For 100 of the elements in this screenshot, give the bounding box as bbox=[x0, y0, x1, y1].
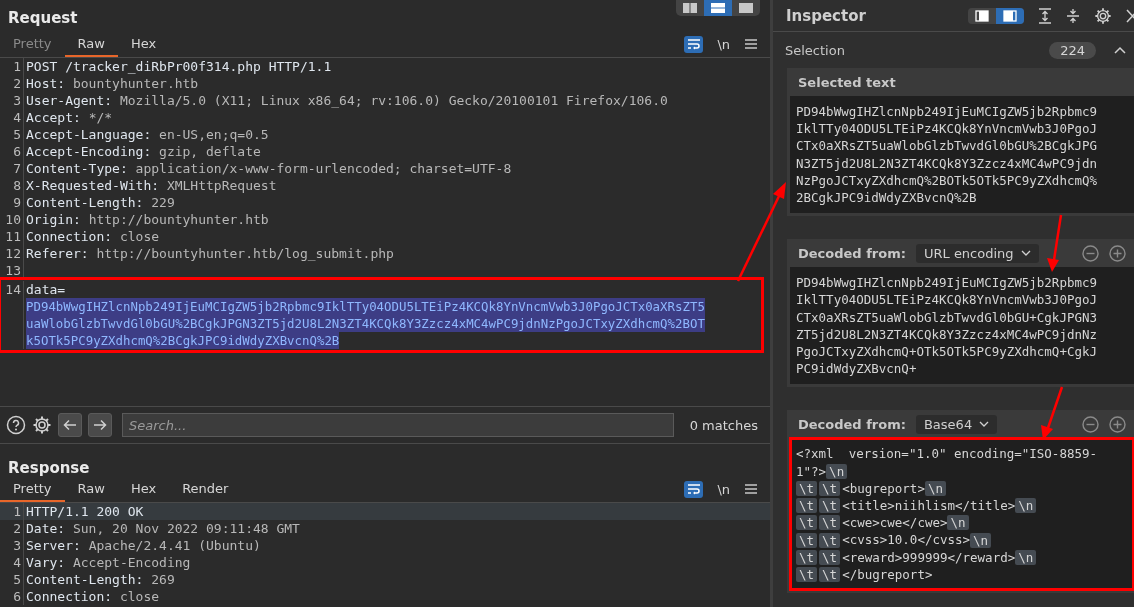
selected-text: uaWlobGlzbTwvdGl0bGU%2BCgkJPGN3ZT5jd2U8L2N3ZT4KCQk8Y3Zzcz4xMC4wPC9jdnNzPgoJCTxyZXdhcmQ%2BOT bbox=[26, 315, 705, 332]
escape-chip: \t bbox=[819, 549, 841, 565]
layout-icon bbox=[682, 2, 698, 14]
output-text: IklTTy04ODU5LTEiPz4KCQk8YnVncmVwb3J0PgoJ bbox=[796, 291, 1098, 309]
line-number: 9 bbox=[0, 194, 24, 211]
escape-chip: \t bbox=[796, 515, 818, 531]
newline-toggle[interactable]: \n bbox=[717, 481, 730, 497]
code-line: Connection: close bbox=[25, 228, 160, 245]
annotation-arrow bbox=[1041, 386, 1064, 440]
escape-chip: \t bbox=[796, 532, 818, 548]
code-line: data= bbox=[25, 281, 66, 298]
line-number: 14 bbox=[0, 281, 24, 298]
code-line: POST /tracker_diRbPr00f314.php HTTP/1.1 bbox=[25, 58, 332, 75]
output-text: NzPgoJCTxyZXdhcmQ%2BOTk5OTk5PC9yZXdhcmQ% bbox=[796, 171, 1098, 189]
add-icon[interactable] bbox=[1109, 415, 1126, 433]
escape-chip: \n bbox=[826, 463, 848, 479]
remove-icon[interactable] bbox=[1082, 244, 1099, 262]
code-line: Accept: */* bbox=[25, 109, 113, 126]
output-text: IklTTy04ODU5LTEiPz4KCQk8YnVncmVwb3J0PgoJ bbox=[796, 120, 1098, 138]
line-number: 12 bbox=[0, 245, 24, 262]
layout-icon bbox=[975, 9, 989, 22]
line-number: 3 bbox=[0, 92, 24, 109]
escape-chip: \t bbox=[819, 515, 841, 531]
output-text: <title>niihlism</title> bbox=[842, 497, 1016, 515]
close-icon[interactable] bbox=[1126, 8, 1134, 23]
output-text: PD94bWwgIHZlcnNpb249IjEuMCIgZW5jb2Rpbmc9 bbox=[796, 103, 1098, 121]
next-button[interactable] bbox=[88, 413, 112, 437]
output-text: CTx0aXRsZT5uaWlobGlzbTwvdGl0bGU%2BCgkJPG bbox=[796, 137, 1098, 155]
escape-chip: \n bbox=[970, 532, 992, 548]
code-line: Connection: close bbox=[25, 588, 160, 605]
escape-chip: \t bbox=[796, 566, 818, 582]
editor-tab[interactable]: Hex bbox=[117, 31, 170, 57]
editor-tab[interactable]: Raw bbox=[64, 31, 118, 57]
code-line: Vary: Accept-Encoding bbox=[25, 554, 191, 571]
output-text: PgoJCTxyZXdhcmQ+OTk5OTk5PC9yZXdhcmQ+CgkJ bbox=[796, 343, 1098, 361]
code-line: Content-Length: 229 bbox=[25, 194, 175, 211]
count-badge: 224 bbox=[1049, 41, 1096, 59]
escape-chip: \t bbox=[796, 480, 818, 496]
output-text: PC9idWdyZXBvcnQ+ bbox=[796, 360, 917, 378]
output-text: 1"?> bbox=[796, 462, 827, 480]
previous-button[interactable] bbox=[58, 413, 82, 437]
code-line: User-Agent: Mozilla/5.0 (X11; Linux x86_64; rv:106.0) Gecko/20100101 Firefox/106.0 bbox=[25, 92, 668, 109]
editor-tab[interactable]: Render bbox=[169, 476, 242, 502]
card-title: Decoded from: bbox=[798, 245, 906, 261]
menu-icon[interactable] bbox=[744, 483, 758, 495]
section-label: Selection bbox=[785, 42, 845, 58]
code-line: Referer: http://bountyhunter.htb/log_submit.php bbox=[25, 245, 394, 262]
search-field[interactable]: Search... bbox=[122, 413, 674, 437]
output-text: ZT5jd2U8L2N3ZT4KCQk8Y3Zzcz4xMC4wPC9jdnNz bbox=[796, 325, 1098, 344]
output-text: 2BCgkJPC9idWdyZXBvcnQ%2B bbox=[796, 189, 977, 207]
encoding-dropdown[interactable]: Base64 bbox=[915, 414, 998, 434]
line-number: 5 bbox=[0, 126, 24, 143]
code-line: Accept-Language: en-US,en;q=0.5 bbox=[25, 126, 269, 143]
caret-icon bbox=[1020, 250, 1031, 257]
newline-toggle[interactable]: \n bbox=[717, 36, 730, 52]
escape-chip: \n bbox=[924, 480, 946, 496]
wrap-icon[interactable] bbox=[684, 35, 704, 53]
line-number: 2 bbox=[0, 75, 24, 92]
output-text: </bugreport> bbox=[842, 565, 933, 584]
remove-icon[interactable] bbox=[1082, 415, 1099, 433]
collapse-icon[interactable] bbox=[1066, 7, 1080, 24]
escape-chip: \n bbox=[1015, 549, 1037, 565]
wrap-icon[interactable] bbox=[684, 480, 704, 498]
help-icon[interactable] bbox=[6, 415, 26, 435]
add-icon[interactable] bbox=[1109, 244, 1126, 262]
code-line: HTTP/1.1 200 OK bbox=[25, 503, 144, 520]
menu-icon[interactable] bbox=[744, 38, 758, 50]
editor-tab[interactable]: Hex bbox=[117, 476, 170, 502]
expand-icon[interactable] bbox=[1038, 7, 1052, 24]
chevron-icon[interactable] bbox=[1114, 46, 1126, 54]
code-line: Content-Type: application/x-www-form-urlencoded; charset=UTF-8 bbox=[25, 160, 512, 177]
line-number: 6 bbox=[0, 143, 24, 160]
layout-button[interactable] bbox=[996, 7, 1024, 24]
layout-icon bbox=[738, 2, 754, 14]
escape-chip: \t bbox=[819, 498, 841, 514]
output-text: <reward>999999</reward> bbox=[842, 548, 1016, 566]
output-text: <cwe>cwe</cwe> bbox=[842, 514, 948, 532]
line-number: 8 bbox=[0, 177, 24, 194]
code-line: Server: Apache/2.4.41 (Ubuntu) bbox=[25, 537, 261, 554]
layout-icon bbox=[710, 2, 726, 14]
selected-text: k5OTk5PC9yZXdhcmQ%2BCgkJPC9idWdyZXBvcnQ%2B bbox=[26, 332, 340, 349]
annotation-arrow bbox=[1047, 214, 1063, 272]
output-text: N3ZT5jd2U8L2N3ZT4KCQk8Y3Zzcz4xMC4wPC9jdn bbox=[796, 154, 1098, 172]
code-line: Date: Sun, 20 Nov 2022 09:11:48 GMT bbox=[25, 520, 300, 537]
code-line: Accept-Encoding: gzip, deflate bbox=[25, 143, 261, 160]
match-count: 0 matches bbox=[689, 417, 759, 433]
card-title: Selected text bbox=[798, 74, 896, 90]
settings-icon[interactable] bbox=[1094, 6, 1112, 25]
arrow-right-icon bbox=[93, 419, 107, 431]
line-number: 11 bbox=[0, 228, 24, 245]
escape-chip: \t bbox=[819, 480, 841, 496]
output-text: <bugreport> bbox=[842, 479, 925, 498]
line-number: 10 bbox=[0, 211, 24, 228]
encoding-dropdown[interactable]: URL encoding bbox=[915, 243, 1039, 263]
settings-icon[interactable] bbox=[32, 415, 52, 435]
escape-chip: \t bbox=[796, 549, 818, 565]
line-number: 2 bbox=[0, 520, 24, 537]
editor-tab[interactable]: Raw bbox=[64, 476, 118, 502]
output-text: <?xml version="1.0" encoding="ISO-8859- bbox=[796, 445, 1098, 463]
arrow-left-icon bbox=[63, 419, 77, 431]
